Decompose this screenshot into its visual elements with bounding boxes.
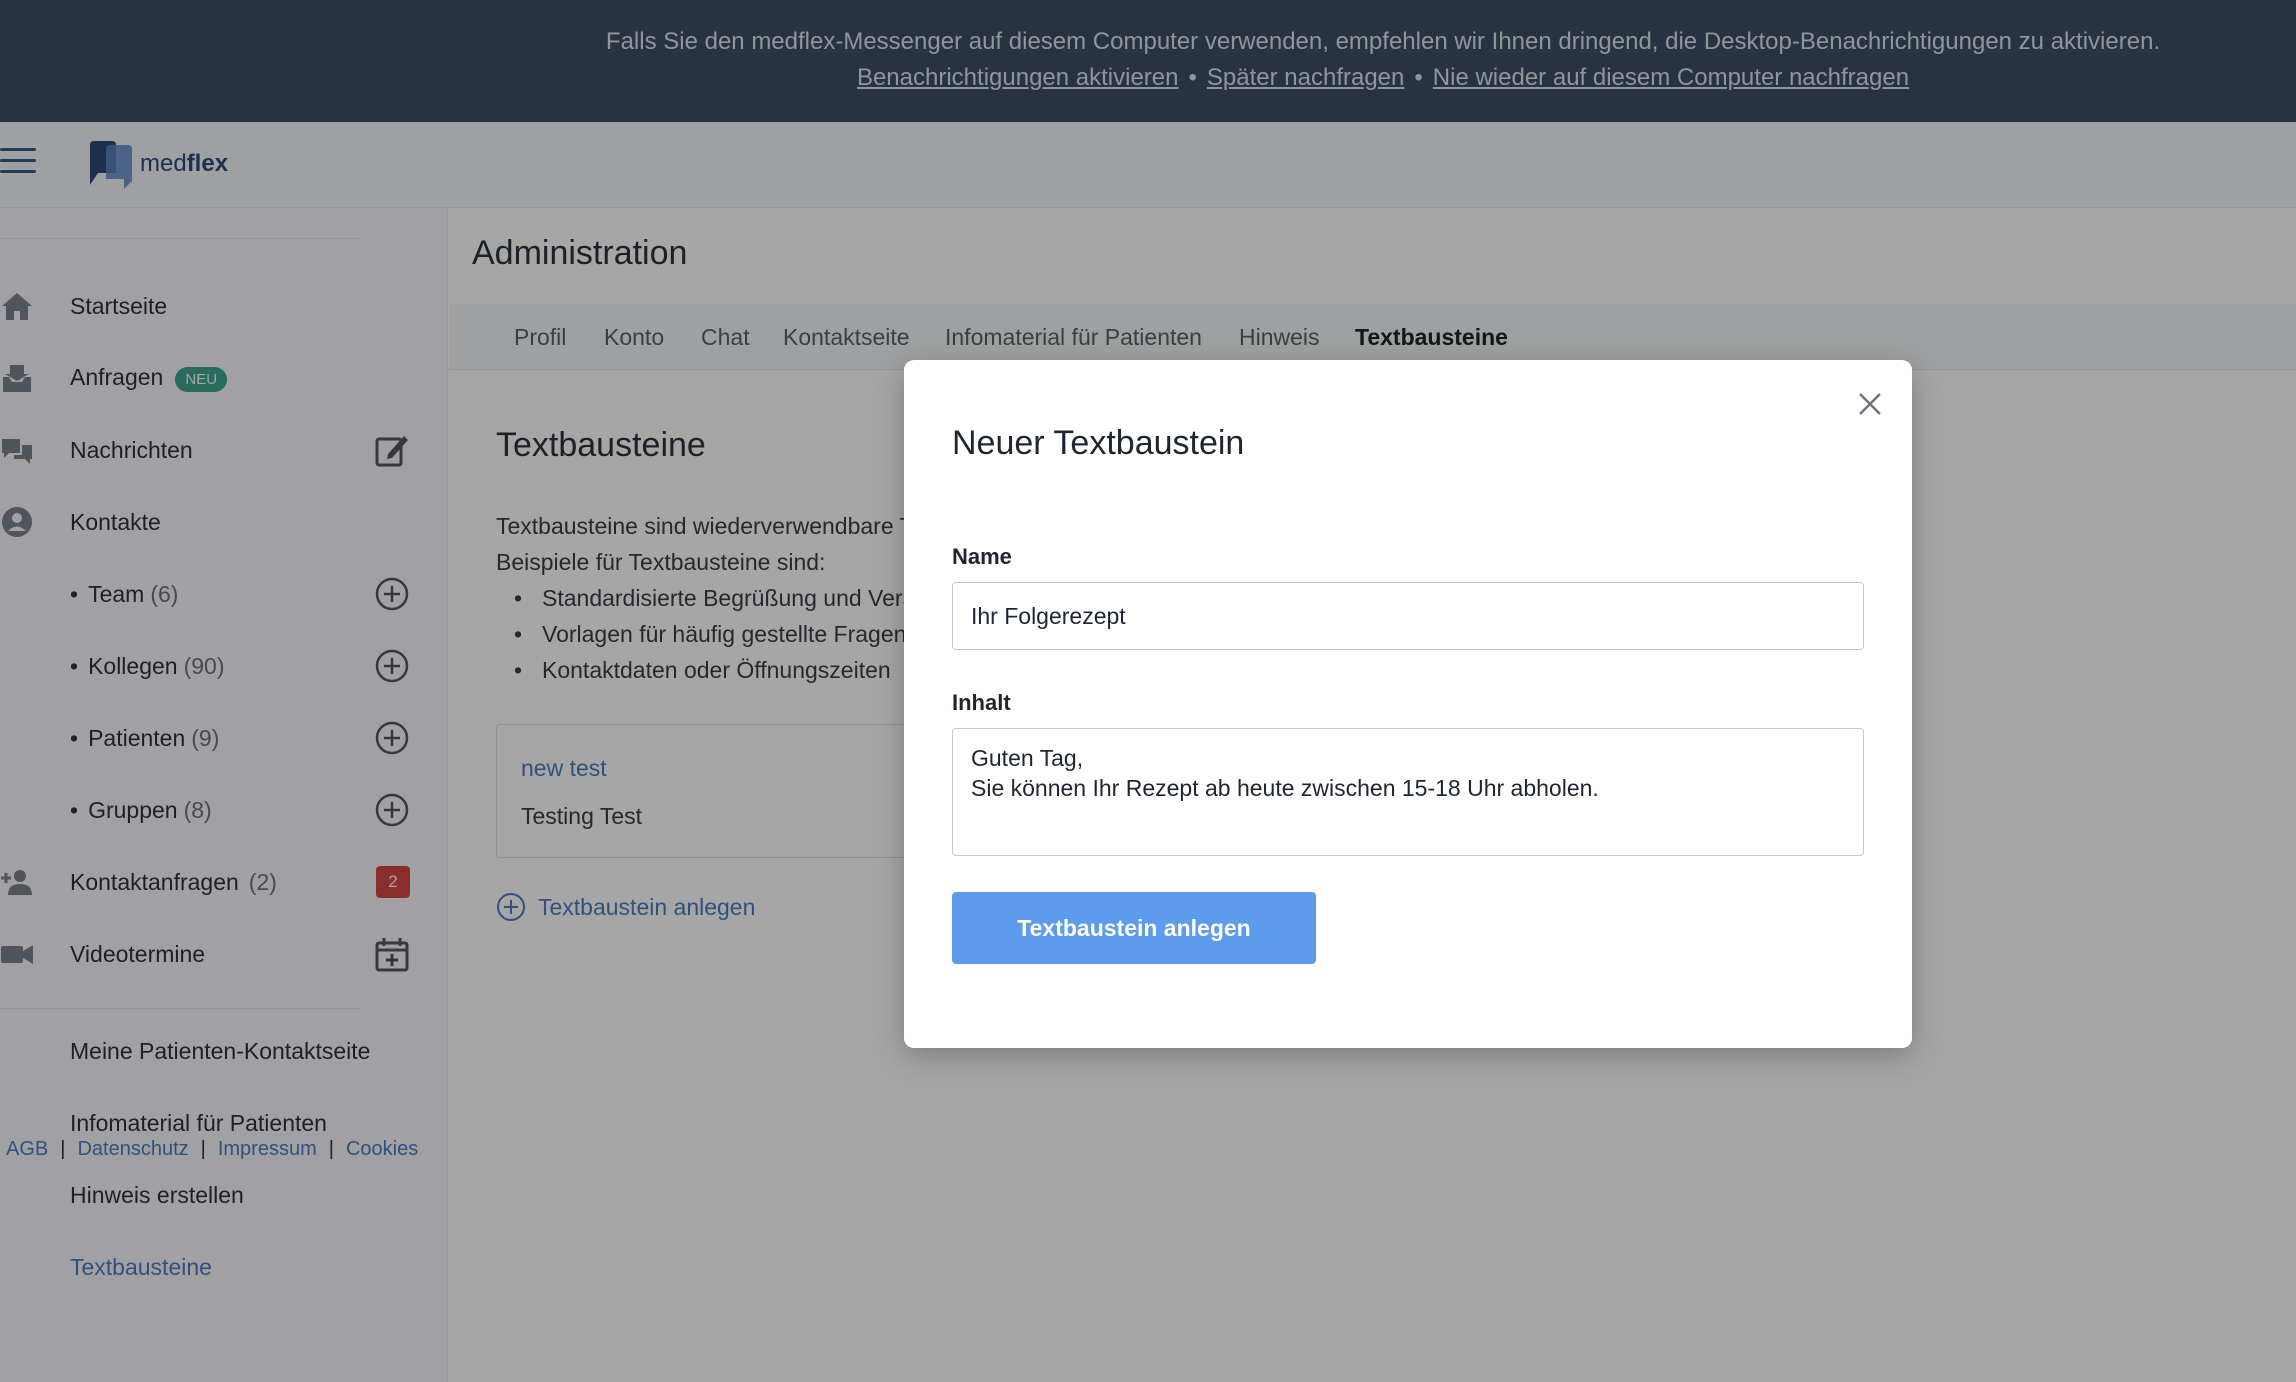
name-label: Name xyxy=(952,544,1012,569)
inhalt-textarea[interactable]: Guten Tag, Sie können Ihr Rezept ab heut… xyxy=(952,728,1864,856)
create-textbaustein-button[interactable]: Textbaustein anlegen xyxy=(952,892,1316,964)
name-input[interactable] xyxy=(952,582,1864,650)
dialog-title: Neuer Textbaustein xyxy=(952,424,1245,462)
app-root: Falls Sie den medflex-Messenger auf dies… xyxy=(0,0,2296,1382)
close-icon[interactable] xyxy=(1856,390,1884,418)
inhalt-label: Inhalt xyxy=(952,690,1011,715)
new-textbaustein-dialog: Neuer Textbaustein Name Inhalt Guten Tag… xyxy=(904,360,1912,1048)
